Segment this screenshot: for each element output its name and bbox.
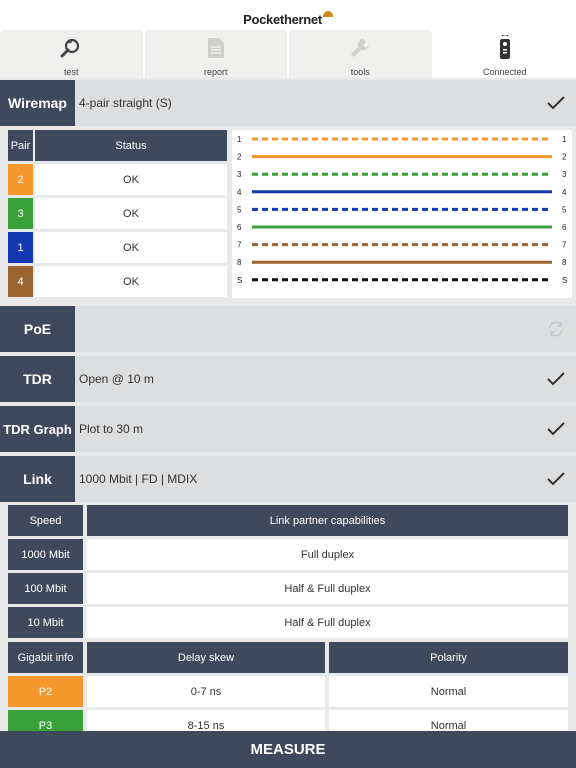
app-header: Pockethernet xyxy=(0,0,576,30)
delay-value: 0-7 ns xyxy=(87,676,325,707)
table-row: 1 OK xyxy=(8,232,227,263)
wire-left-label: S xyxy=(237,276,242,285)
link-details: Speed Link partner capabilities 1000 Mbi… xyxy=(0,502,576,732)
wire-left-label: 7 xyxy=(237,241,242,250)
check-icon xyxy=(536,472,576,486)
app-logo: Pockethernet xyxy=(243,11,333,27)
gigabit-table-header: Gigabit info Delay skew Polarity xyxy=(8,642,568,673)
wiremap-value: 4-pair straight (S) xyxy=(79,96,172,110)
capability-value: Half & Full duplex xyxy=(87,573,568,604)
table-row: 2 OK xyxy=(8,164,227,195)
polarity-value: Normal xyxy=(329,676,568,707)
tab-label: report xyxy=(203,67,228,77)
capabilities-header: Link partner capabilities xyxy=(87,505,568,536)
measure-button[interactable]: MEASURE xyxy=(0,731,576,768)
wire-right-label: 4 xyxy=(562,188,567,197)
pair-number: 3 xyxy=(8,198,33,229)
gigabit-pair: P2 xyxy=(8,676,83,707)
wrench-icon xyxy=(348,36,372,60)
wire-diagram: 1 1 2 2 3 3 4 4 5 5 6 6 7 7 8 8 S S xyxy=(232,130,572,298)
capability-value: Half & Full duplex xyxy=(87,607,568,638)
link-title: Link xyxy=(0,456,75,502)
wire-right-label: 1 xyxy=(562,135,567,144)
wiremap-title: Wiremap xyxy=(0,80,75,126)
pair-status: OK xyxy=(35,198,227,229)
wiremap-details: Pair Status 2 OK 3 OK 1 OK 4 OK 11223344… xyxy=(0,126,576,304)
gigabit-pair: P3 xyxy=(8,710,83,732)
polarity-value: Normal xyxy=(329,710,568,732)
speed-header: Speed xyxy=(8,505,83,536)
delay-header: Delay skew xyxy=(87,642,325,673)
tdr-section[interactable]: TDR Open @ 10 m xyxy=(0,356,576,402)
table-row: 10 Mbit Half & Full duplex xyxy=(8,607,568,638)
tab-label: test xyxy=(63,67,79,77)
poe-section[interactable]: PoE xyxy=(0,306,576,352)
table-row: P2 0-7 ns Normal xyxy=(8,676,568,707)
speed-table-header: Speed Link partner capabilities xyxy=(8,505,568,536)
link-value: 1000 Mbit | FD | MDIX xyxy=(79,472,198,486)
speed-value: 1000 Mbit xyxy=(8,539,83,570)
tab-test[interactable]: test xyxy=(0,30,143,78)
document-icon xyxy=(204,36,228,60)
capability-value: Full duplex xyxy=(87,539,568,570)
wire-right-label: 2 xyxy=(562,153,567,162)
speed-value: 100 Mbit xyxy=(8,573,83,604)
wire-left-label: 8 xyxy=(237,258,242,267)
pair-header: Pair xyxy=(8,130,33,161)
wire-right-label: 8 xyxy=(562,258,567,267)
pair-number: 4 xyxy=(8,266,33,297)
wire-right-label: 7 xyxy=(562,241,567,250)
polarity-header: Polarity xyxy=(329,642,568,673)
pair-status: OK xyxy=(35,232,227,263)
tdr-title: TDR xyxy=(0,356,75,402)
delay-value: 8-15 ns xyxy=(87,710,325,732)
remote-device-icon xyxy=(493,35,517,60)
table-row: 3 OK xyxy=(8,198,227,229)
logo-mark-icon xyxy=(322,11,333,17)
tab-connected[interactable]: Connected xyxy=(433,30,576,78)
tab-bar: test report tools Connected xyxy=(0,30,576,78)
tab-label: Connected xyxy=(482,67,527,77)
check-icon xyxy=(536,96,576,110)
wire-right-label: S xyxy=(562,276,567,285)
logo-text: Pockethernet xyxy=(243,12,322,27)
wire-left-label: 4 xyxy=(237,188,242,197)
wire-left-label: 6 xyxy=(237,223,242,232)
table-row: 4 OK xyxy=(8,266,227,297)
wire-right-label: 5 xyxy=(562,205,567,214)
table-row: 1000 Mbit Full duplex xyxy=(8,539,568,570)
speed-value: 10 Mbit xyxy=(8,607,83,638)
pair-number: 1 xyxy=(8,232,33,263)
poe-title: PoE xyxy=(0,306,75,352)
link-section[interactable]: Link 1000 Mbit | FD | MDIX xyxy=(0,456,576,502)
wiremap-section[interactable]: Wiremap 4-pair straight (S) xyxy=(0,80,576,126)
tdr-value: Open @ 10 m xyxy=(79,372,154,386)
pair-status: OK xyxy=(35,266,227,297)
gigabit-header: Gigabit info xyxy=(8,642,83,673)
wire-left-label: 3 xyxy=(237,170,242,179)
status-header: Status xyxy=(35,130,227,161)
wire-left-label: 1 xyxy=(237,135,242,144)
magnifier-icon xyxy=(59,36,83,60)
wire-left-label: 2 xyxy=(237,153,242,162)
table-row: P3 8-15 ns Normal xyxy=(8,710,568,732)
wire-left-label: 5 xyxy=(237,205,242,214)
table-row: 100 Mbit Half & Full duplex xyxy=(8,573,568,604)
check-icon xyxy=(536,422,576,436)
pair-status: OK xyxy=(35,164,227,195)
wire-right-label: 3 xyxy=(562,170,567,179)
tdr-graph-title: TDR Graph xyxy=(0,406,75,452)
check-icon xyxy=(536,372,576,386)
tdr-graph-value: Plot to 30 m xyxy=(79,422,144,436)
wire-right-label: 6 xyxy=(562,223,567,232)
pair-status-table: Pair Status 2 OK 3 OK 1 OK 4 OK xyxy=(8,130,227,300)
refresh-icon xyxy=(536,320,576,338)
pair-table-header: Pair Status xyxy=(8,130,227,161)
tab-report[interactable]: report xyxy=(144,30,287,78)
tdr-graph-section[interactable]: TDR Graph Plot to 30 m xyxy=(0,406,576,452)
tab-tools[interactable]: tools xyxy=(289,30,432,78)
tab-label: tools xyxy=(350,67,370,77)
pair-number: 2 xyxy=(8,164,33,195)
